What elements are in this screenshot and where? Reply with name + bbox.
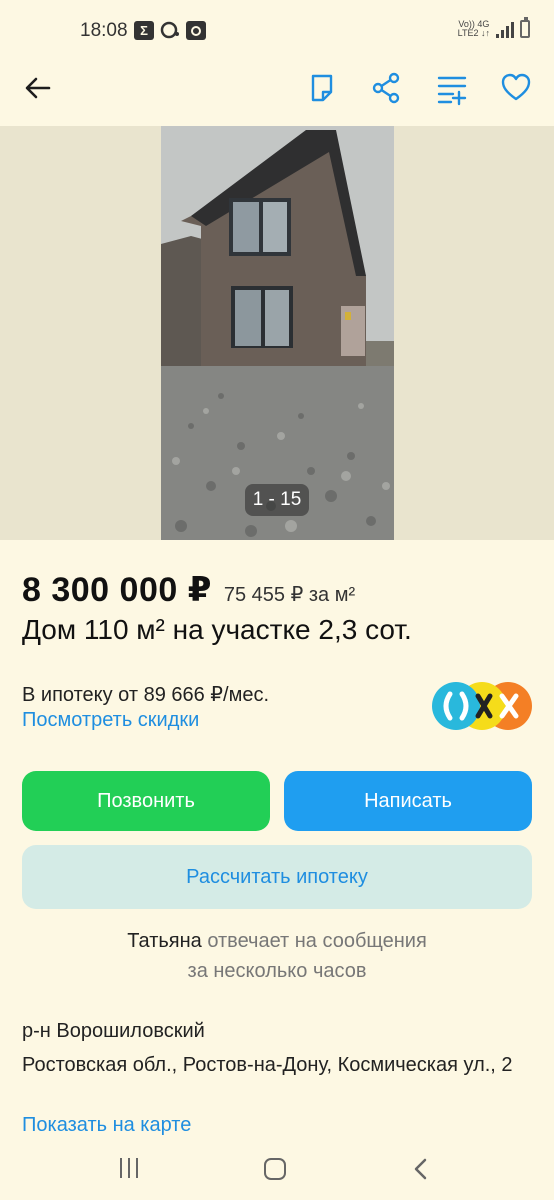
listing-title: Дом 110 м² на участке 2,3 сот. <box>22 614 412 645</box>
bank-partners-logo[interactable] <box>430 680 534 732</box>
photo-counter: 1 - 15 <box>245 484 309 516</box>
mortgage-monthly-text: В ипотеку от 89 666 ₽/мес. <box>22 684 270 706</box>
calculate-mortgage-button[interactable]: Рассчитать ипотеку <box>22 845 532 909</box>
network-indicator: Vo)) 4G LTE2 ↓↑ <box>457 19 490 38</box>
battery-icon <box>520 17 530 38</box>
notification-icons: Σ <box>134 21 206 40</box>
compare-icon[interactable] <box>436 70 468 106</box>
call-button[interactable]: Позвонить <box>22 771 270 831</box>
photo-gallery[interactable] <box>0 126 554 540</box>
favorite-heart-icon[interactable] <box>500 70 532 106</box>
show-on-map-link[interactable]: Показать на карте <box>22 1114 191 1136</box>
top-toolbar <box>0 52 554 126</box>
price: 8 300 000 ₽ <box>22 571 212 609</box>
status-time: 18:08 <box>80 20 128 41</box>
chat-icon <box>160 21 179 39</box>
sigma-icon: Σ <box>134 21 154 40</box>
system-nav-bar <box>0 1136 554 1200</box>
write-message-button[interactable]: Написать <box>284 771 532 831</box>
seller-response-info: Татьяна отвечает на сообщения за несколь… <box>0 926 554 986</box>
district: р-н Ворошиловский <box>22 1020 205 1042</box>
home-icon[interactable] <box>264 1158 286 1180</box>
signal-icon <box>496 22 514 38</box>
back-icon[interactable] <box>410 1158 432 1180</box>
view-discounts-link[interactable]: Посмотреть скидки <box>22 709 199 732</box>
price-per-m2: 75 455 ₽ за м² <box>223 584 356 606</box>
seller-response-time: за несколько часов <box>187 960 367 982</box>
address: Ростовская обл., Ростов-на-Дону, Космиче… <box>22 1054 513 1076</box>
share-icon[interactable] <box>370 70 402 106</box>
house-photo[interactable] <box>161 126 394 540</box>
seller-name: Татьяна <box>127 930 202 952</box>
seller-response-text: отвечает на сообщения <box>201 930 427 952</box>
recent-apps-icon[interactable] <box>120 1158 142 1180</box>
clock-icon <box>186 21 206 40</box>
note-icon[interactable] <box>306 70 338 106</box>
status-bar: 18:08 Σ Vo)) 4G LTE2 ↓↑ <box>0 0 554 52</box>
price-row: 8 300 000 ₽ 75 455 ₽ за м² <box>22 570 355 610</box>
system-status: Vo)) 4G LTE2 ↓↑ <box>457 17 530 38</box>
back-arrow-icon[interactable] <box>22 72 54 104</box>
